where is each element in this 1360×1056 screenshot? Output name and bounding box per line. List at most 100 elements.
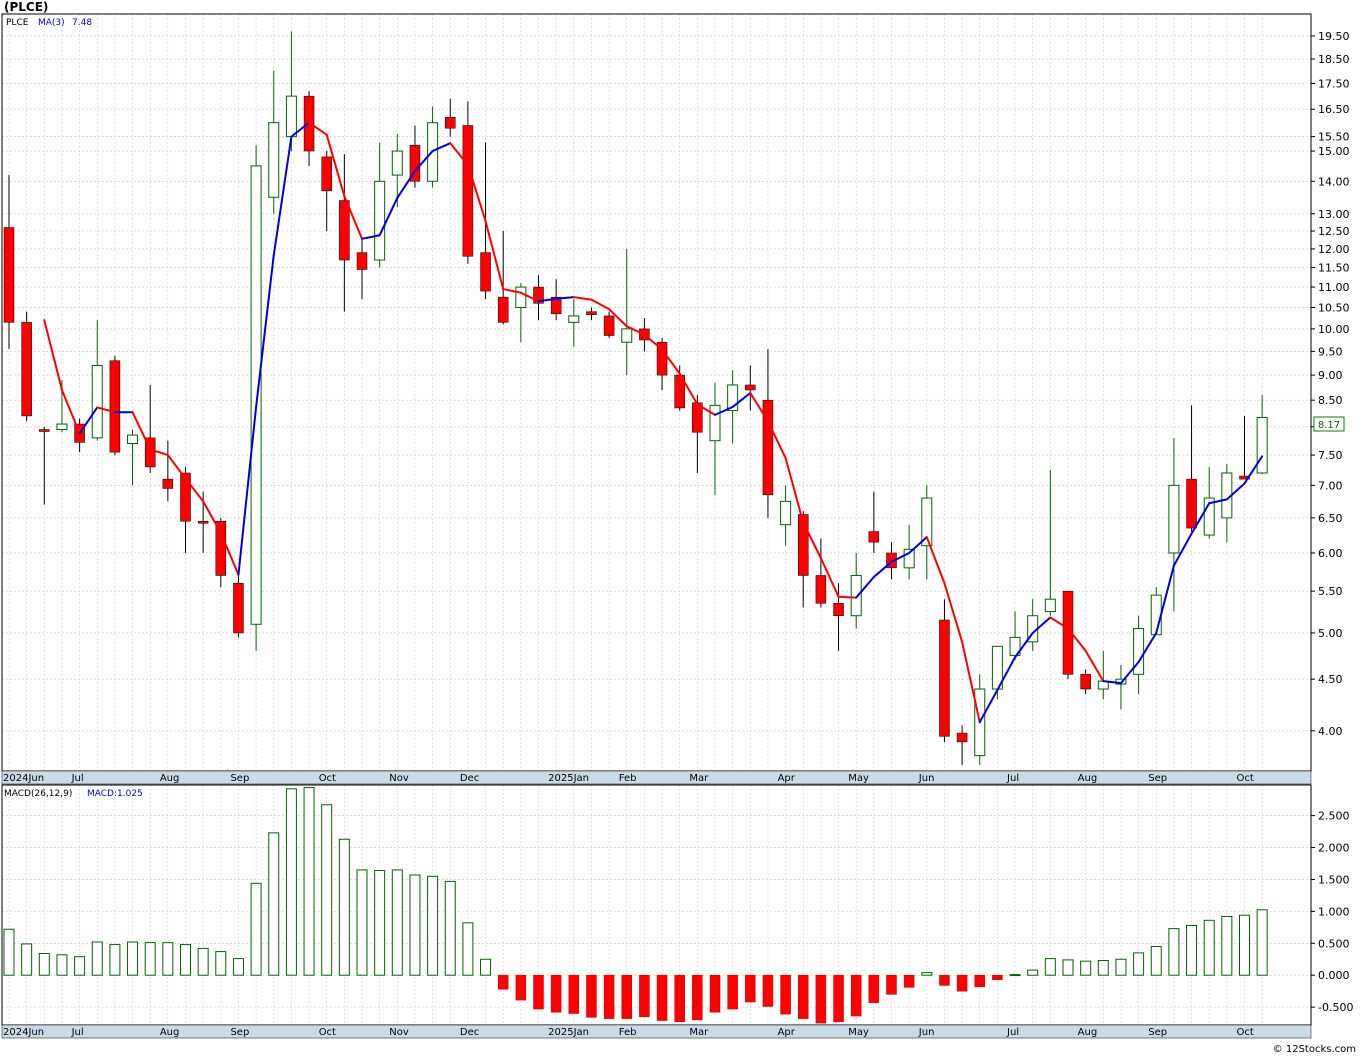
macd-x-tick-label: Oct	[319, 1027, 336, 1038]
candle	[745, 365, 756, 411]
price-y-tick-label: 9.50	[1318, 345, 1343, 358]
price-y-tick-label: 6.50	[1318, 512, 1343, 525]
macd-x-tick-label: Sep	[230, 1027, 249, 1038]
macd-histogram	[3, 787, 1268, 1024]
candle	[409, 125, 421, 188]
candle	[39, 426, 50, 505]
macd-y-tick-label: 0.000	[1318, 969, 1350, 982]
candle-body	[109, 360, 121, 453]
macd-bar	[109, 944, 121, 976]
moving-average-line	[43, 121, 1264, 724]
candle	[144, 384, 156, 473]
candle-body	[568, 315, 580, 323]
price-y-axis: 4.004.505.005.506.006.507.007.508.008.50…	[1311, 30, 1350, 738]
candle	[250, 145, 262, 651]
price-x-tick-label: Oct	[319, 773, 336, 784]
macd-bar	[356, 869, 368, 976]
macd-bar	[197, 947, 209, 976]
ma-segment	[43, 319, 63, 391]
macd-panel-frame	[1, 784, 1312, 1026]
candle-body	[233, 582, 244, 634]
candle	[268, 71, 280, 214]
ma-segment	[572, 296, 593, 301]
price-y-tick-label: 12.50	[1318, 225, 1350, 238]
candle-body	[868, 531, 880, 543]
price-y-tick-label: 5.00	[1318, 627, 1343, 640]
price-y-tick-label: 8.50	[1318, 394, 1343, 407]
macd-y-tick-label: 1.500	[1318, 873, 1350, 886]
ma-segment	[961, 640, 981, 724]
macd-y-tick-label: 1.000	[1318, 905, 1350, 918]
macd-y-tick-label: 2.000	[1318, 842, 1350, 855]
ma-segment	[925, 536, 946, 585]
candle	[427, 106, 439, 188]
candle	[533, 275, 544, 321]
macd-bar	[886, 974, 897, 995]
macd-bar	[603, 974, 615, 1019]
price-y-tick-label: 19.50	[1318, 30, 1350, 43]
price-x-axis-bar	[1, 770, 1312, 785]
ma-segment	[166, 454, 187, 480]
macd-bar	[285, 788, 297, 976]
price-y-tick-label: 7.50	[1318, 449, 1343, 462]
macd-legend-value: MACD:1.025	[87, 789, 143, 799]
candle-body	[480, 252, 491, 292]
macd-x-tick-label: Dec	[460, 1027, 479, 1038]
candle	[1150, 587, 1162, 636]
candle	[462, 101, 474, 264]
macd-bar	[1256, 909, 1268, 976]
macd-gridlines	[2, 785, 1311, 1025]
macd-bar	[709, 974, 721, 1013]
candle	[603, 311, 615, 338]
macd-bar	[921, 972, 933, 976]
macd-bar	[321, 804, 333, 976]
macd-bar	[762, 974, 774, 1007]
price-y-tick-label: 10.50	[1318, 301, 1350, 314]
price-x-tick-label: Mar	[689, 773, 709, 784]
price-y-tick-label: 10.00	[1318, 323, 1350, 336]
macd-bar	[427, 875, 439, 976]
macd-bar	[1044, 958, 1056, 976]
macd-bar	[232, 958, 244, 976]
macd-bar	[868, 974, 880, 1003]
price-y-tick-label: 15.00	[1318, 145, 1350, 158]
macd-bar	[91, 941, 103, 976]
macd-bar	[780, 974, 791, 1015]
macd-bar	[162, 942, 174, 976]
macd-bar	[850, 974, 862, 1017]
candle	[127, 429, 139, 486]
candle	[91, 320, 103, 441]
candle-body	[91, 364, 103, 439]
candle	[445, 98, 456, 137]
macd-bar	[1168, 928, 1180, 976]
macd-x-axis-bar	[1, 1024, 1312, 1039]
macd-bar	[1080, 960, 1092, 976]
macd-bar	[391, 869, 403, 976]
candle	[1115, 664, 1127, 710]
price-y-tick-label: 14.00	[1318, 175, 1350, 188]
macd-x-tick-label: Apr	[778, 1027, 796, 1038]
candle	[1186, 405, 1197, 532]
candle-body	[445, 117, 456, 129]
macd-bar	[497, 974, 509, 990]
macd-x-tick-label: Jun	[918, 1027, 935, 1038]
candle-body	[462, 125, 474, 257]
price-x-tick-label: 2024Jun	[3, 773, 44, 784]
macd-bar	[815, 974, 827, 1024]
candle-body	[850, 574, 862, 617]
price-y-tick-label: 18.50	[1318, 53, 1350, 66]
price-x-tick-label: May	[848, 773, 869, 784]
macd-bar	[144, 942, 156, 976]
candle	[1044, 469, 1056, 616]
last-price-tag-text: 8.17	[1318, 420, 1340, 431]
candle-body	[339, 200, 350, 261]
price-x-tick-label: Oct	[1237, 773, 1254, 784]
macd-bar	[745, 974, 756, 1003]
macd-y-tick-label: 2.500	[1318, 810, 1350, 823]
macd-bar	[656, 974, 668, 1021]
candle-body	[780, 500, 792, 526]
candle-body	[1080, 674, 1091, 690]
candle-body	[1044, 598, 1056, 613]
price-x-tick-label: 2025Jan	[548, 773, 589, 784]
price-x-tick-label: Jun	[918, 773, 935, 784]
